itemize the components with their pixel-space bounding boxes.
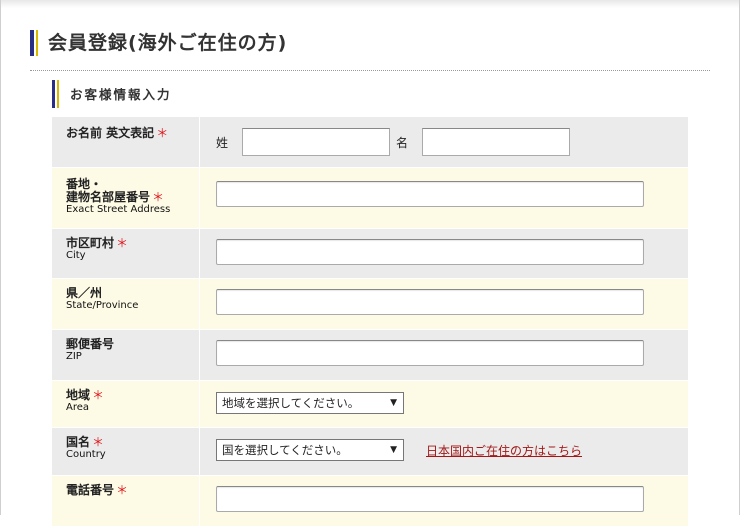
- last-name-label: 姓: [216, 136, 229, 150]
- street-label: 番地・ 建物名部屋番号＊ Exact Street Address: [52, 168, 200, 228]
- zip-label-en: ZIP: [66, 351, 82, 362]
- country-select[interactable]: 国を選択してください。 ▼: [216, 439, 404, 461]
- state-label-text: 県／州: [66, 286, 103, 300]
- phone-label-text: 電話番号: [66, 483, 115, 497]
- city-label-en: City: [66, 250, 86, 261]
- page-header: 会員登録(海外ご在住の方): [30, 28, 710, 58]
- name-cell: 姓 名: [200, 117, 688, 167]
- zip-label: 郵便番号 ZIP: [52, 330, 200, 380]
- section-title: お客様情報入力: [70, 87, 172, 102]
- section-accent-bar: [52, 80, 55, 108]
- street-cell: [200, 168, 688, 228]
- area-cell: 地域を選択してください。 ▼: [200, 381, 688, 427]
- state-cell: [200, 279, 688, 329]
- area-label: 地域＊ Area: [52, 381, 200, 427]
- last-name-input[interactable]: [242, 128, 390, 156]
- row-state: 県／州 State/Province: [52, 279, 688, 330]
- city-label: 市区町村＊ City: [52, 229, 200, 278]
- country-label-text: 国名: [66, 435, 91, 449]
- row-country: 国名＊ Country 国を選択してください。 ▼ 日本国内ご在住の方はこちら: [52, 428, 688, 476]
- city-input[interactable]: [216, 239, 644, 265]
- phone-cell: [200, 476, 688, 526]
- required-mark: ＊: [92, 435, 105, 449]
- country-label-en: Country: [66, 449, 106, 460]
- country-label: 国名＊ Country: [52, 428, 200, 475]
- row-phone: 電話番号＊: [52, 476, 688, 527]
- name-label: お名前 英文表記＊: [52, 117, 200, 167]
- row-area: 地域＊ Area 地域を選択してください。 ▼: [52, 381, 688, 428]
- required-mark: ＊: [152, 190, 165, 204]
- title-divider: [30, 70, 710, 71]
- chevron-down-icon: ▼: [390, 398, 397, 408]
- row-zip: 郵便番号 ZIP: [52, 330, 688, 381]
- street-input[interactable]: [216, 181, 644, 207]
- area-label-en: Area: [66, 402, 90, 413]
- state-label-en: State/Province: [66, 300, 139, 311]
- area-select-value: 地域を選択してください。: [222, 396, 360, 410]
- first-name-label: 名: [396, 136, 409, 150]
- required-mark: ＊: [116, 236, 129, 250]
- country-select-value: 国を選択してください。: [222, 443, 348, 457]
- required-mark: ＊: [92, 388, 105, 402]
- area-select[interactable]: 地域を選択してください。 ▼: [216, 392, 404, 414]
- zip-label-text: 郵便番号: [66, 337, 115, 351]
- title-accent-bar-gold: [36, 30, 38, 56]
- chevron-down-icon: ▼: [390, 445, 397, 455]
- state-label: 県／州 State/Province: [52, 279, 200, 329]
- required-mark: ＊: [156, 126, 169, 140]
- title-accent-bar: [30, 30, 34, 56]
- customer-info-form: お名前 英文表記＊ 姓 名 番地・ 建物名部屋番号＊ Exact Street …: [52, 117, 688, 527]
- row-street: 番地・ 建物名部屋番号＊ Exact Street Address: [52, 168, 688, 229]
- name-label-text: お名前 英文表記: [66, 126, 155, 140]
- row-name: お名前 英文表記＊ 姓 名: [52, 117, 688, 168]
- top-shadow: [1, 0, 739, 8]
- city-cell: [200, 229, 688, 278]
- domestic-residents-link[interactable]: 日本国内ご在住の方はこちら: [426, 442, 582, 459]
- first-name-input[interactable]: [422, 128, 570, 156]
- page-title: 会員登録(海外ご在住の方): [48, 32, 288, 54]
- zip-input[interactable]: [216, 340, 644, 366]
- area-label-text: 地域: [66, 388, 91, 402]
- section-accent-bar-gold: [57, 80, 59, 108]
- street-label-line2: 建物名部屋番号: [66, 190, 151, 204]
- phone-label: 電話番号＊: [52, 476, 200, 526]
- section-header: お客様情報入力: [52, 80, 692, 108]
- row-city: 市区町村＊ City: [52, 229, 688, 279]
- street-label-line1: 番地・: [66, 177, 103, 191]
- required-mark: ＊: [116, 483, 129, 497]
- phone-input[interactable]: [216, 486, 644, 512]
- country-cell: 国を選択してください。 ▼ 日本国内ご在住の方はこちら: [200, 428, 688, 475]
- street-label-en: Exact Street Address: [66, 204, 171, 215]
- state-input[interactable]: [216, 289, 644, 315]
- zip-cell: [200, 330, 688, 380]
- city-label-text: 市区町村: [66, 236, 115, 250]
